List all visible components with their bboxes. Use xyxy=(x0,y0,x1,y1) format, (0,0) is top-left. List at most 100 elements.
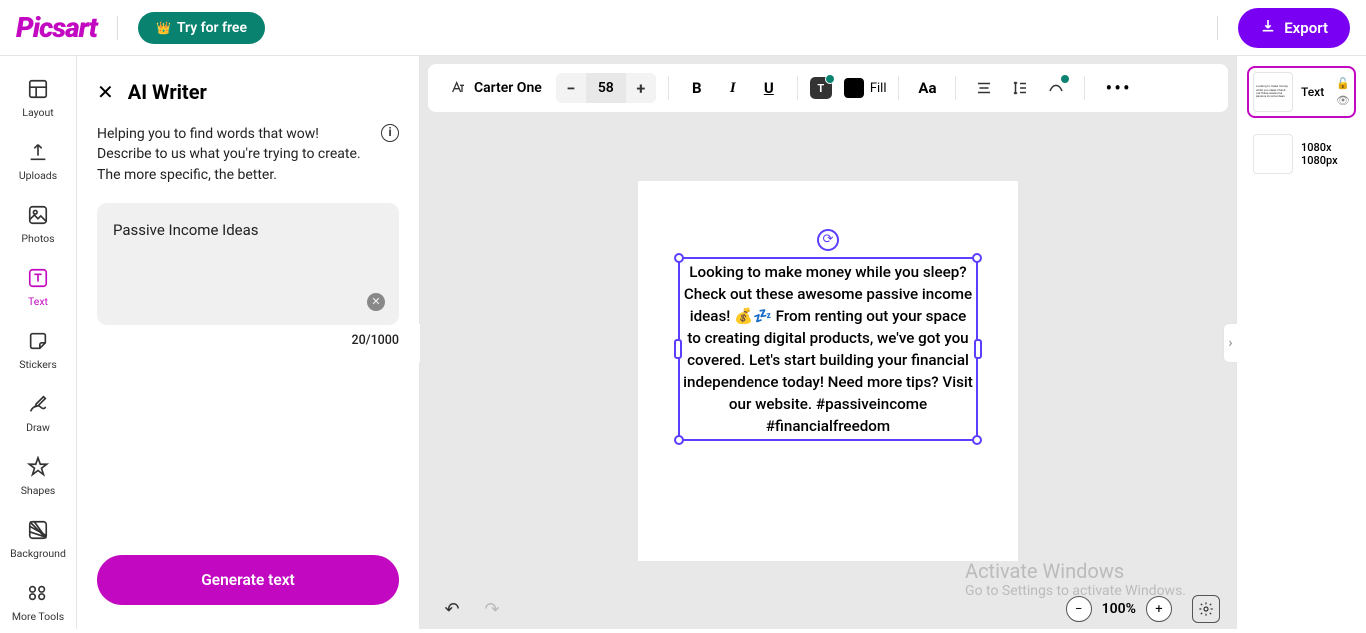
rail-label: Uploads xyxy=(19,169,57,182)
swatch-icon xyxy=(844,78,864,98)
layer-canvas[interactable]: 1080x 1080px xyxy=(1247,128,1356,180)
italic-button[interactable]: I xyxy=(717,72,749,104)
layers-panel: › Looking to make money while you sleep … xyxy=(1236,56,1366,629)
upload-icon xyxy=(25,139,51,165)
divider xyxy=(898,76,899,100)
rail-stickers[interactable]: Stickers xyxy=(0,318,76,381)
underline-button[interactable]: U xyxy=(753,72,785,104)
draw-icon xyxy=(25,391,51,417)
char-count: 20/1000 xyxy=(97,333,399,348)
rail-label: Text xyxy=(28,295,48,308)
fill-label: Fill xyxy=(870,81,887,96)
rail-label: Layout xyxy=(22,106,53,119)
export-label: Export xyxy=(1284,19,1328,37)
layer-label: Text xyxy=(1301,85,1328,99)
undo-button[interactable]: ↶ xyxy=(436,593,468,625)
rail-label: Background xyxy=(10,547,66,560)
rail-layout[interactable]: Layout xyxy=(0,66,76,129)
canvas[interactable]: ⟳ Looking to make money while you sleep?… xyxy=(638,181,1018,561)
divider xyxy=(668,76,669,100)
text-selection-box[interactable]: ⟳ Looking to make money while you sleep?… xyxy=(678,257,978,441)
lock-icon[interactable]: 🔓 xyxy=(1336,77,1350,90)
rail-more-tools[interactable]: More Tools xyxy=(0,570,76,633)
layer-text[interactable]: Looking to make money while you sleep Ch… xyxy=(1247,66,1356,118)
zoom-controls: − 100% + xyxy=(1066,595,1220,623)
photo-icon xyxy=(25,202,51,228)
layer-thumbnail xyxy=(1253,134,1293,174)
rail-background[interactable]: Background xyxy=(0,507,76,570)
layout-icon xyxy=(25,76,51,102)
resize-handle-tr[interactable] xyxy=(972,253,982,263)
layer-thumbnail: Looking to make money while you sleep Ch… xyxy=(1253,72,1293,112)
rail-label: Photos xyxy=(21,232,54,245)
resize-handle-bl[interactable] xyxy=(674,435,684,445)
rail-uploads[interactable]: Uploads xyxy=(0,129,76,192)
resize-handle-mr[interactable] xyxy=(974,339,982,359)
clear-input-button[interactable]: ✕ xyxy=(367,293,385,311)
background-icon xyxy=(25,517,51,543)
font-selector[interactable]: Carter One xyxy=(440,74,552,102)
ai-prompt-text: Passive Income Ideas xyxy=(113,221,383,239)
more-icon xyxy=(25,580,51,606)
decrease-size-button[interactable]: − xyxy=(556,73,586,103)
visibility-icon[interactable]: 👁 xyxy=(1336,94,1350,107)
rail-shapes[interactable]: Shapes xyxy=(0,444,76,507)
divider xyxy=(955,76,956,100)
divider xyxy=(1084,76,1085,100)
rail-draw[interactable]: Draw xyxy=(0,381,76,444)
export-button[interactable]: Export xyxy=(1238,8,1350,48)
resize-handle-br[interactable] xyxy=(972,435,982,445)
zoom-out-button[interactable]: − xyxy=(1066,596,1092,622)
zoom-in-button[interactable]: + xyxy=(1146,596,1172,622)
divider xyxy=(1217,16,1218,40)
try-free-label: Try for free xyxy=(177,20,247,36)
divider xyxy=(797,76,798,100)
rail-label: Draw xyxy=(26,421,50,434)
rail-label: More Tools xyxy=(12,610,64,623)
bold-button[interactable]: B xyxy=(681,72,713,104)
text-curve-button[interactable] xyxy=(1040,72,1072,104)
canvas-area: Carter One − 58 + B I U T Fill Aa xyxy=(420,56,1236,629)
try-free-button[interactable]: 👑 Try for free xyxy=(138,12,265,44)
rail-photos[interactable]: Photos xyxy=(0,192,76,255)
rail-text[interactable]: Text xyxy=(0,255,76,318)
font-size-control: − 58 + xyxy=(556,73,656,103)
ai-prompt-input[interactable]: Passive Income Ideas ✕ xyxy=(97,203,399,325)
close-icon[interactable]: ✕ xyxy=(97,80,114,104)
star-icon xyxy=(25,454,51,480)
left-rail: Layout Uploads Photos Text Stickers Draw… xyxy=(0,56,77,629)
text-color-button[interactable]: T xyxy=(810,77,832,99)
increase-size-button[interactable]: + xyxy=(626,73,656,103)
text-toolbar: Carter One − 58 + B I U T Fill Aa xyxy=(428,64,1228,112)
bottom-bar: ↶ ↷ − 100% + xyxy=(420,589,1236,629)
canvas-text-content[interactable]: Looking to make money while you sleep? C… xyxy=(680,259,976,439)
badge-icon xyxy=(1060,74,1070,84)
rail-label: Stickers xyxy=(19,358,56,371)
ai-writer-panel: ✕ AI Writer Helping you to find words th… xyxy=(77,56,420,629)
text-case-button[interactable]: Aa xyxy=(911,72,943,104)
fill-color-button[interactable]: Fill xyxy=(844,78,887,98)
badge-icon xyxy=(825,74,835,84)
layer-label: 1080x 1080px xyxy=(1301,141,1350,167)
more-options-button[interactable]: ••• xyxy=(1097,76,1139,100)
rotate-handle[interactable]: ⟳ xyxy=(817,229,839,251)
font-name: Carter One xyxy=(474,80,542,96)
resize-handle-ml[interactable] xyxy=(674,339,682,359)
ai-writer-description: Helping you to find words that wow! Desc… xyxy=(97,124,399,185)
redo-button[interactable]: ↷ xyxy=(476,593,508,625)
text-icon xyxy=(25,265,51,291)
info-icon[interactable]: i xyxy=(381,124,399,142)
canvas-settings-button[interactable] xyxy=(1192,595,1220,623)
font-size-value[interactable]: 58 xyxy=(586,73,626,103)
download-icon xyxy=(1260,18,1276,38)
align-button[interactable] xyxy=(968,72,1000,104)
app-header: Picsart 👑 Try for free Export xyxy=(0,0,1366,56)
canvas-wrap[interactable]: ⟳ Looking to make money while you sleep?… xyxy=(420,112,1236,629)
generate-text-button[interactable]: Generate text xyxy=(97,555,399,605)
divider xyxy=(117,16,118,40)
rail-label: Shapes xyxy=(21,484,56,497)
line-spacing-button[interactable] xyxy=(1004,72,1036,104)
resize-handle-tl[interactable] xyxy=(674,253,684,263)
logo[interactable]: Picsart xyxy=(16,11,97,44)
collapse-right-button[interactable]: › xyxy=(1223,323,1237,363)
